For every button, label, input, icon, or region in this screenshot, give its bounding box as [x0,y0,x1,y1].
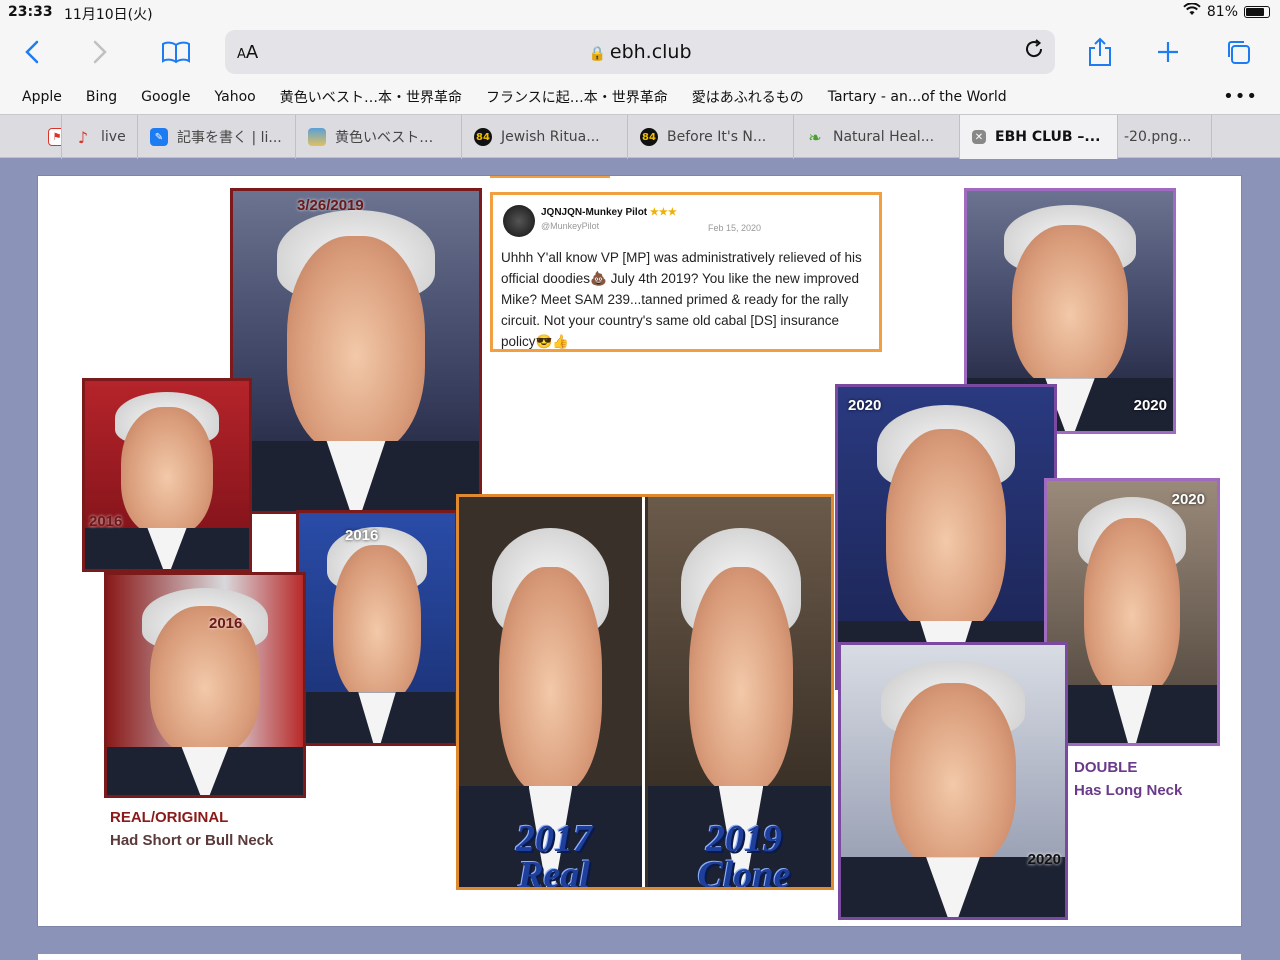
label-2019-clone: 2019 Clone [697,818,791,890]
bookmark-france[interactable]: フランスに起…本・世界革命 [486,87,668,107]
share-icon [1089,37,1111,66]
tweet-date: Feb 15, 2020 [707,223,761,233]
book-icon [162,41,190,64]
forward-button[interactable] [82,34,118,70]
photo-label: 2016 [345,527,379,544]
chevron-left-icon [25,40,39,64]
bookmarks-button[interactable] [158,34,194,70]
bookmark-love[interactable]: 愛はあふれるもの [692,87,804,107]
reload-button[interactable] [1023,38,1045,66]
status-time: 23:33 [8,4,53,20]
bookmark-google[interactable]: Google [141,89,190,105]
tab-3[interactable]: 黄色いベスト… [296,115,462,159]
battery-icon [1244,5,1270,18]
caption-double: DOUBLE Has Long Neck [1074,759,1183,799]
photo-label: 2020 [1133,397,1167,414]
browser-toolbar: AA 🔒 ebh.club [0,26,1280,80]
bookmark-bing[interactable]: Bing [86,89,117,105]
photo-label: 3/26/2019 [297,197,364,214]
photo-label: 2016 [89,513,123,530]
tab-label: EBH CLUB –... [995,129,1101,145]
tab-label: Natural Heal... [833,129,935,145]
reload-icon [1026,39,1043,58]
bookmark-apple[interactable]: Apple [22,89,62,105]
status-right: 81% [1183,2,1270,20]
flag-icon: ⚑ [48,128,61,146]
chevron-right-icon [93,40,107,64]
lock-icon: 🔒 [588,46,606,62]
photo-2016-a: 2016 [82,378,252,572]
status-date: 11月10日(火) [64,7,153,23]
tab-label: 記事を書く | li... [177,130,282,146]
wifi-icon [1183,2,1201,20]
tab-5[interactable]: 84 Before It's N... [628,115,794,159]
tab-strip: ⚑ ♪ live ✎ 記事を書く | li... 黄色いベスト… 84 Jewi… [0,114,1280,159]
bookmark-tartary[interactable]: Tartary - an...of the World [828,89,1007,105]
badge-84-icon: 84 [640,128,658,146]
badge-84-icon: 84 [474,128,492,146]
tab-0[interactable]: ⚑ [0,115,62,159]
photo-2016-b: 2016 [296,510,458,746]
tweet-body: Uhhh Y'all know VP [MP] was administrati… [501,250,862,349]
caption-real-original: REAL/ORIGINAL Had Short or Bull Neck [110,809,274,849]
plus-icon [1158,42,1178,62]
status-bar: 23:33 11月10日(火) 81% [0,0,1280,26]
url-label: ebh.club [609,41,692,63]
photo-2020-c: 2020 [1044,478,1220,746]
tabs-overview-button[interactable] [1220,34,1256,70]
bookmark-yahoo[interactable]: Yahoo [215,89,256,105]
bookmark-yellow-vest[interactable]: 黄色いベスト…本・世界革命 [280,87,462,107]
photo-label: 2020 [848,397,882,414]
address-bar[interactable]: AA 🔒 ebh.club [225,30,1055,74]
share-button[interactable] [1082,34,1118,70]
close-icon[interactable]: ✕ [972,130,986,144]
tweet-author: JQNJQN-Munkey Pilot ★★★ [541,207,677,218]
battery-percent: 81% [1206,3,1238,20]
more-icon[interactable]: ••• [1223,86,1258,107]
back-button[interactable] [14,34,50,70]
tab-7-active[interactable]: ✕ EBH CLUB –... [960,115,1118,159]
tab-label: live [101,129,126,145]
tab-label: Before It's N... [667,129,767,145]
avatar [503,205,535,237]
photo-2020-d: 2020 [838,642,1068,920]
photo-2019: 3/26/2019 [230,188,482,514]
feather-icon: ✎ [150,128,168,146]
tab-label: Jewish Ritua... [501,129,600,145]
music-icon: ♪ [77,127,89,147]
tweet-screenshot: JQNJQN-Munkey Pilot ★★★ @MunkeyPilot Feb… [490,192,882,352]
bookmarks-bar: Apple Bing Google Yahoo 黄色いベスト…本・世界革命 フラ… [0,80,1280,114]
tab-8[interactable]: -20.png... [1118,115,1212,159]
tab-label: -20.png... [1124,129,1192,145]
leaf-icon: ❧ [808,127,822,147]
tab-label: 黄色いベスト… [335,130,434,146]
new-tab-button[interactable] [1150,34,1186,70]
tab-2[interactable]: ✎ 記事を書く | li... [138,115,296,159]
landscape-icon [308,128,326,146]
photo-label: 2020 [1027,851,1061,868]
tab-6[interactable]: ❧ Natural Heal... [794,115,960,159]
page-next-block [38,954,1241,960]
page-image: 3/26/2019 JQNJQN-Munkey Pilot ★★★ @Munke… [38,176,1241,926]
photo-label: 2020 [1171,491,1205,508]
tabs-icon [1228,41,1250,64]
label-2017-real: 2017 Real [516,818,592,890]
top-accent-line [490,176,610,178]
photo-label: 2016 [209,615,243,632]
photo-2016-c: 2016 [104,572,306,798]
tab-4[interactable]: 84 Jewish Ritua... [462,115,628,159]
tweet-handle: @MunkeyPilot [541,221,600,231]
tab-1[interactable]: ♪ live [62,115,138,159]
comparison-panel: 2017 Real 2019 Clone [456,494,834,890]
url-text: 🔒 ebh.club [225,41,1055,63]
